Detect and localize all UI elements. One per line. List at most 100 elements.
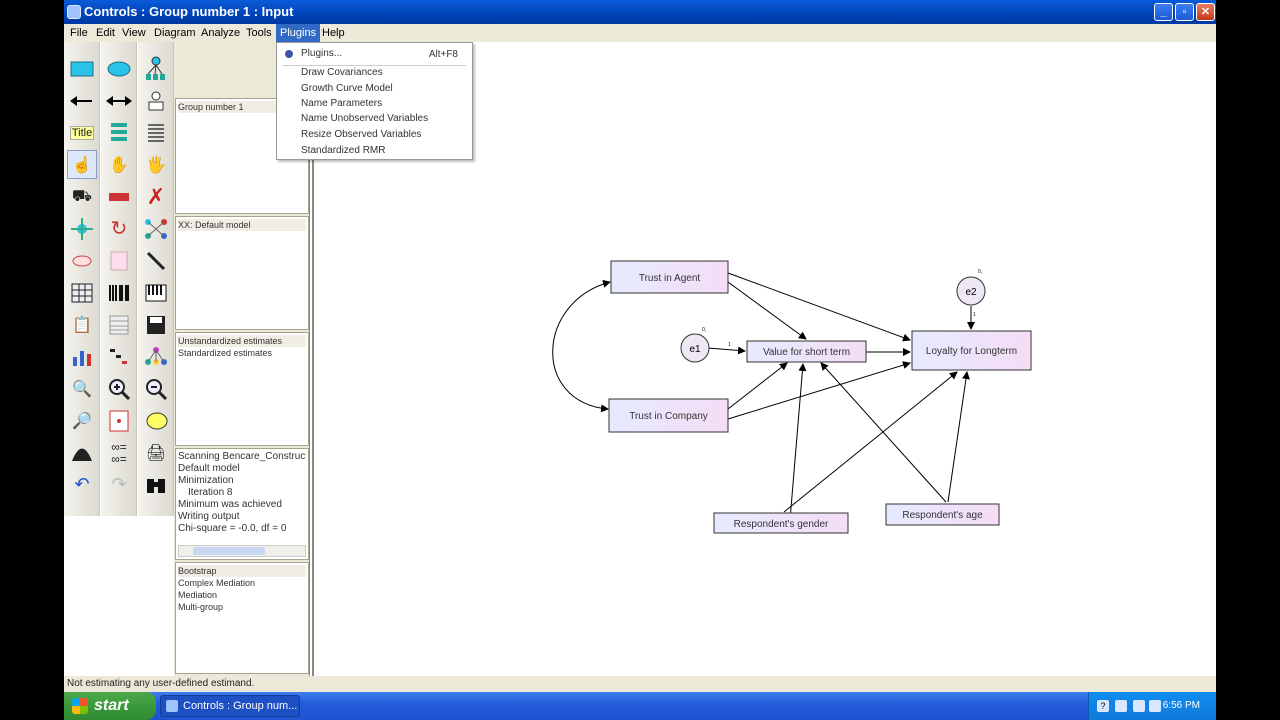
scrollbar-thumb[interactable] [193, 547, 265, 555]
maximize-button[interactable]: ▫ [1175, 3, 1194, 21]
help-icon[interactable]: ? [1097, 700, 1109, 712]
box-trust-in-company[interactable]: Trust in Company [608, 398, 729, 433]
chart-icon[interactable] [67, 342, 97, 371]
path-e1-value[interactable] [707, 346, 746, 355]
plugin-item-mediation[interactable]: Mediation [178, 589, 306, 601]
box-trust-in-agent[interactable]: Trust in Agent [610, 260, 729, 294]
close-button[interactable]: ✕ [1196, 3, 1215, 21]
abc-icon[interactable] [141, 406, 171, 435]
hand-select-icon[interactable]: ☝ [67, 150, 97, 179]
redo-icon[interactable]: ↷ [104, 470, 134, 499]
zoom-page-icon[interactable]: 🔎 [67, 406, 97, 435]
menu-item-plugins[interactable]: Plugins... [301, 46, 342, 61]
volume-icon[interactable] [1133, 700, 1145, 712]
zoom-out-icon[interactable] [141, 374, 171, 403]
display-icon[interactable] [1149, 700, 1161, 712]
box-respondents-age[interactable]: Respondent's age [885, 503, 1000, 526]
menu-view[interactable]: View [118, 24, 150, 42]
box-label: Respondent's age [902, 510, 983, 521]
arrow-left-icon[interactable] [67, 86, 97, 115]
start-button[interactable]: start [64, 692, 156, 720]
plugin-item-bootstrap[interactable]: Bootstrap [178, 565, 306, 577]
move-icon[interactable] [67, 214, 97, 243]
zoom-icon[interactable]: 🔍 [67, 374, 97, 403]
path-age-value[interactable] [820, 362, 947, 503]
menu-item-name-unobserved-variables[interactable]: Name Unobserved Variables [301, 111, 428, 126]
unstandardized-estimates-item[interactable]: Unstandardized estimates [178, 335, 306, 347]
model-item[interactable]: XX: Default model [178, 219, 306, 231]
double-glasses-icon[interactable]: ∞= ∞= [104, 438, 134, 467]
standardized-estimates-item[interactable]: Standardized estimates [178, 347, 306, 359]
menu-item-resize-observed-variables[interactable]: Resize Observed Variables [301, 127, 421, 142]
barcode-icon[interactable] [104, 278, 134, 307]
hand-all-icon[interactable]: ✋ [104, 150, 134, 179]
menu-item-name-parameters[interactable]: Name Parameters [301, 96, 382, 111]
error-e1[interactable]: e1 0, 1 [680, 327, 731, 363]
menu-tools[interactable]: Tools [242, 24, 276, 42]
windows-logo-icon [72, 698, 88, 714]
menu-item-growth-curve-model[interactable]: Growth Curve Model [301, 81, 393, 96]
menu-item-draw-covariances[interactable]: Draw Covariances [301, 65, 383, 80]
list-lines-icon[interactable] [141, 118, 171, 147]
box-respondents-gender[interactable]: Respondent's gender [713, 512, 849, 534]
binoculars-icon[interactable] [141, 470, 171, 499]
windows-taskbar: start Controls : Group num... ? 6:56 PM [64, 692, 1216, 720]
grid-icon[interactable] [67, 278, 97, 307]
path-agent-loyalty[interactable] [727, 272, 911, 342]
save-icon[interactable] [141, 310, 171, 339]
magic-wand-icon[interactable] [141, 246, 171, 275]
path-age-loyalty[interactable] [947, 371, 970, 503]
menu-help[interactable]: Help [318, 24, 349, 42]
fit-page-icon[interactable] [104, 406, 134, 435]
log-line: Default model [178, 463, 240, 474]
estimates-panel: Unstandardized estimates Standardized es… [175, 332, 309, 446]
box-loyalty-for-longterm[interactable]: Loyalty for Longterm [911, 330, 1032, 371]
start-label: start [94, 697, 129, 714]
printer-icon[interactable]: 🖨 [141, 438, 171, 467]
plugin-item-complex-mediation[interactable]: Complex Mediation [178, 577, 306, 589]
menu-file[interactable]: File [66, 24, 92, 42]
network-tray-icon[interactable] [1115, 700, 1127, 712]
shape-icon[interactable] [67, 246, 97, 275]
list-icon[interactable] [104, 118, 134, 147]
path-company-value[interactable] [727, 362, 788, 410]
piano-icon[interactable] [141, 278, 171, 307]
path-company-loyalty[interactable] [727, 361, 911, 420]
title-bar[interactable]: Controls : Group number 1 : Input _ ▫ ✕ [64, 0, 1216, 24]
menu-diagram[interactable]: Diagram [150, 24, 200, 42]
path-agent-value[interactable] [727, 281, 807, 340]
tree-colored-icon[interactable] [141, 342, 171, 371]
rectangle-icon[interactable] [67, 54, 97, 83]
covariance-arrow[interactable] [552, 279, 611, 413]
log-horizontal-scrollbar[interactable] [178, 545, 306, 557]
menu-item-standardized-rmr[interactable]: Standardized RMR [301, 143, 385, 158]
zoom-in-icon[interactable] [104, 374, 134, 403]
path-gender-loyalty[interactable] [783, 371, 958, 513]
menu-edit[interactable]: Edit [92, 24, 119, 42]
double-arrow-icon[interactable] [104, 86, 134, 115]
person-icon[interactable] [141, 86, 171, 115]
menu-plugins[interactable]: Plugins [276, 24, 321, 42]
ellipse-icon[interactable] [104, 54, 134, 83]
table-icon[interactable] [104, 310, 134, 339]
box-value-for-short-term[interactable]: Value for short term [746, 340, 867, 363]
undo-icon[interactable]: ↶ [67, 470, 97, 499]
tree-icon[interactable] [104, 342, 134, 371]
plugin-item-multi-group[interactable]: Multi-group [178, 601, 306, 613]
empty-icon[interactable] [104, 246, 134, 275]
indicator-icon[interactable] [141, 54, 171, 83]
rotate-icon[interactable]: ↻ [104, 214, 134, 243]
menu-analyze[interactable]: Analyze [197, 24, 244, 42]
plugins-panel: Bootstrap Complex Mediation Mediation Mu… [175, 562, 309, 674]
histogram-icon[interactable] [67, 438, 97, 467]
clock[interactable]: 6:56 PM [1163, 692, 1200, 720]
truck-icon[interactable]: ⛟ [67, 182, 97, 211]
select-row-icon[interactable] [104, 182, 134, 211]
network-icon[interactable] [141, 214, 171, 243]
title-icon[interactable]: Title [67, 118, 97, 147]
hand-deselect-icon[interactable]: 🖐 [141, 150, 171, 179]
clipboard-icon[interactable]: 📋 [67, 310, 97, 339]
taskbar-item-amos[interactable]: Controls : Group num... [160, 695, 300, 717]
delete-icon[interactable]: ✗ [141, 182, 171, 211]
minimize-button[interactable]: _ [1154, 3, 1173, 21]
